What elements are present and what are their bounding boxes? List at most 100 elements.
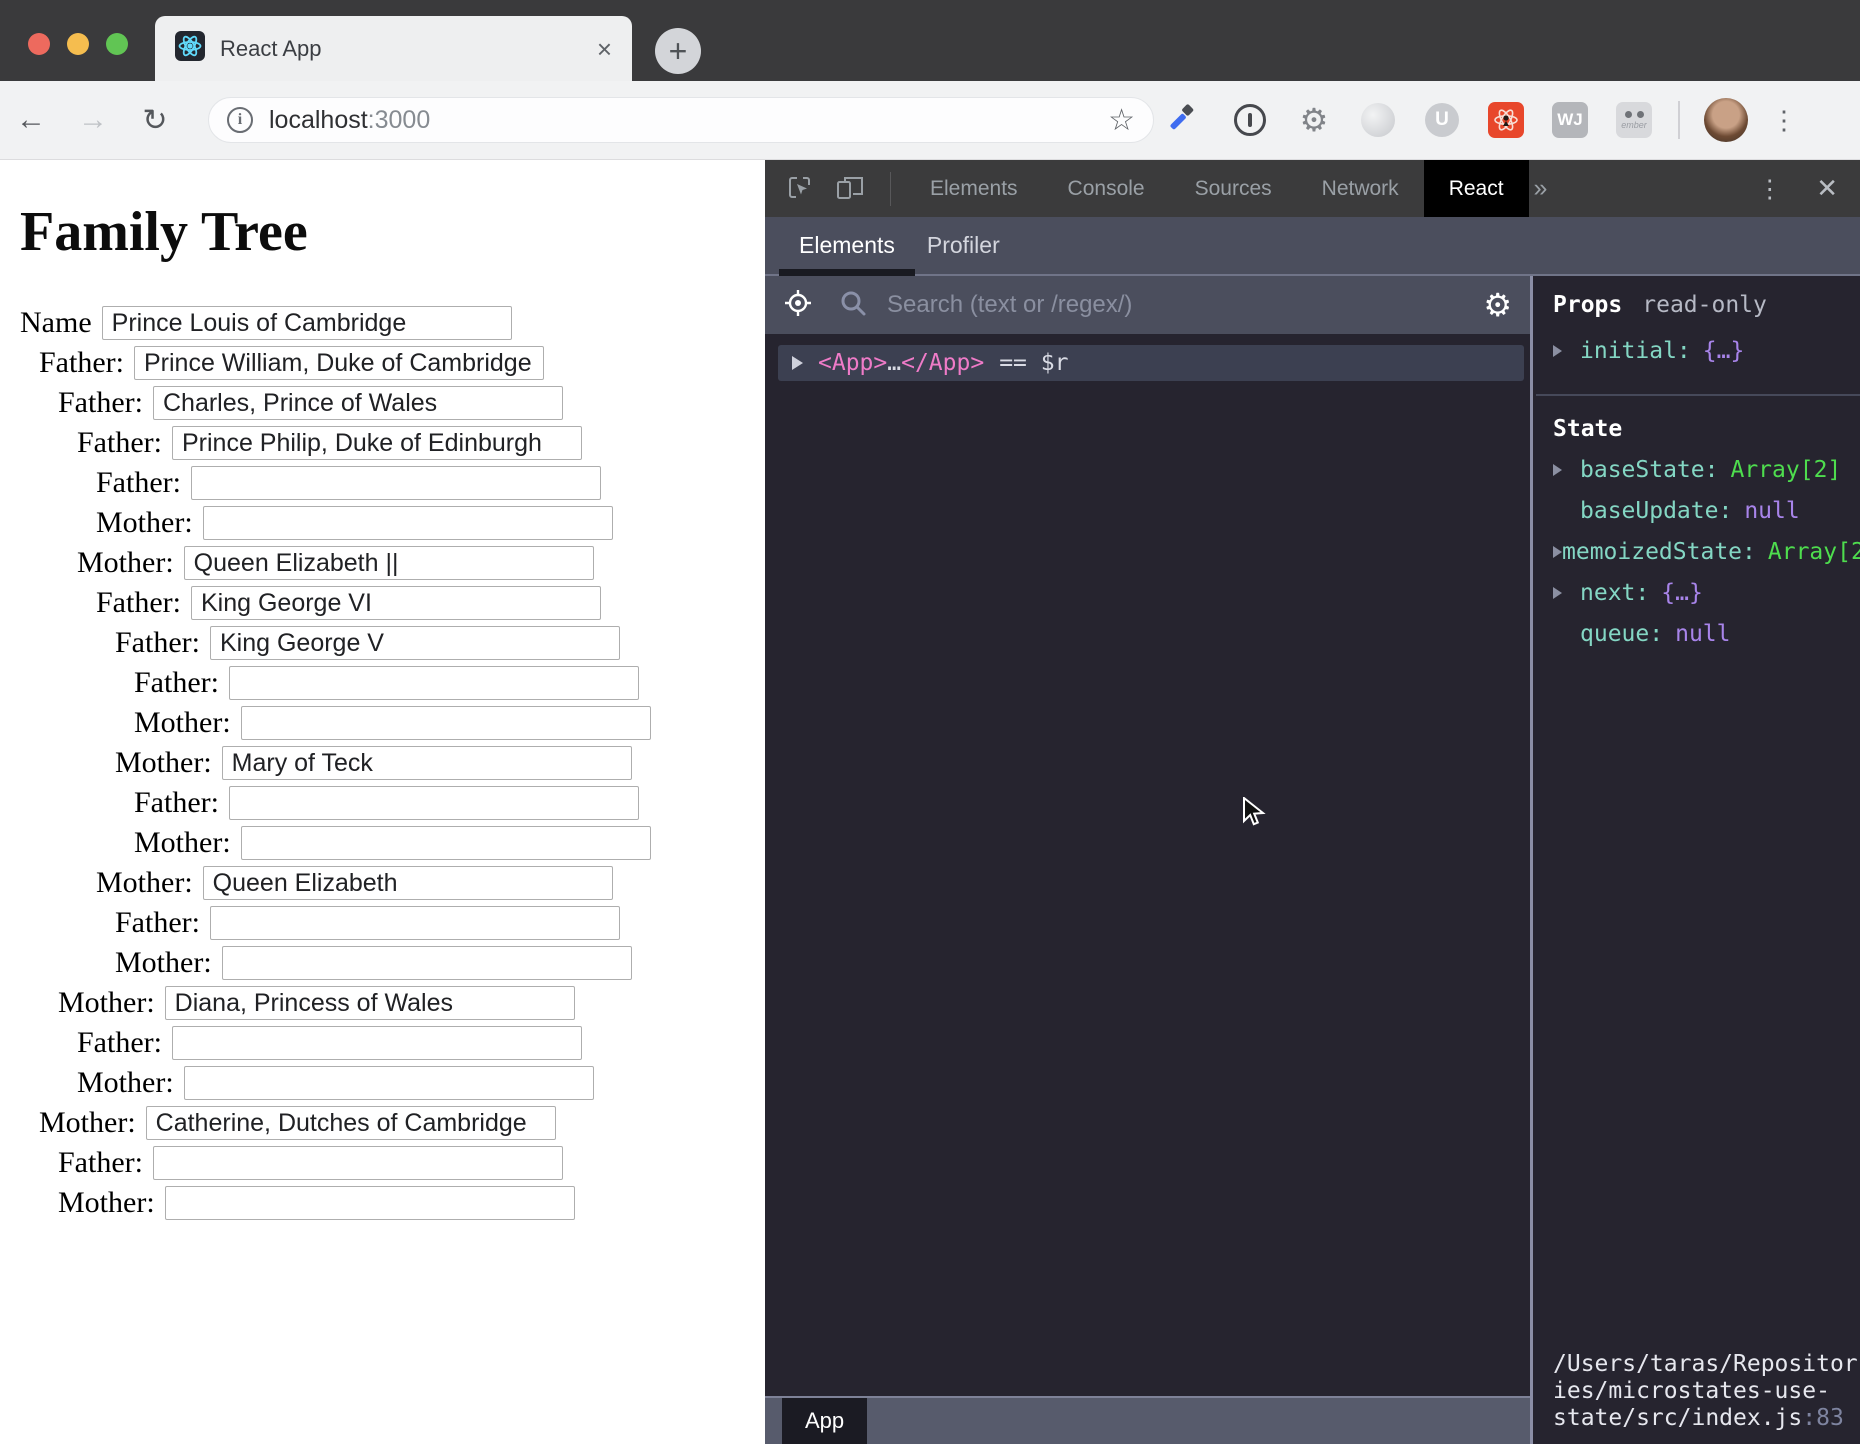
url-text[interactable]: localhost:3000 bbox=[269, 106, 430, 135]
expand-arrow-icon[interactable] bbox=[792, 356, 803, 370]
family-row-mother: Mother: bbox=[20, 826, 765, 860]
expand-arrow-icon[interactable] bbox=[1553, 546, 1562, 558]
devtools-tab-sources[interactable]: Sources bbox=[1170, 160, 1297, 217]
kv-row-memoizedState[interactable]: memoizedState:Array[2] bbox=[1553, 539, 1860, 565]
mother-name-input[interactable] bbox=[203, 866, 613, 900]
close-tag: </App> bbox=[901, 350, 984, 376]
mother-name-input[interactable] bbox=[222, 946, 632, 980]
search-input[interactable] bbox=[887, 291, 1483, 319]
father-label: Father: bbox=[115, 906, 200, 940]
father-name-input[interactable] bbox=[229, 666, 639, 700]
kv-row-queue: queue:null bbox=[1553, 621, 1860, 647]
tree-row-app[interactable]: <App>…</App> == $r bbox=[778, 345, 1524, 381]
expand-arrow-icon[interactable] bbox=[1553, 464, 1562, 476]
father-name-input[interactable] bbox=[191, 466, 601, 500]
settings-gear-icon[interactable]: ⚙ bbox=[1483, 286, 1512, 324]
mouse-cursor-icon bbox=[1243, 797, 1269, 832]
source-file-path[interactable]: /Users/taras/Repositories/microstates-us… bbox=[1553, 1351, 1858, 1432]
family-row-mother: Mother: bbox=[20, 1186, 765, 1220]
react-devtools-extension-icon[interactable] bbox=[1474, 102, 1538, 138]
swirl-extension-icon[interactable] bbox=[1346, 103, 1410, 137]
mother-name-input[interactable] bbox=[241, 826, 651, 860]
window-zoom-button[interactable] bbox=[106, 33, 128, 55]
root-name-input[interactable] bbox=[102, 306, 512, 340]
read-only-badge: read-only bbox=[1642, 292, 1767, 318]
father-name-input[interactable] bbox=[134, 346, 544, 380]
family-row-mother: Mother: bbox=[20, 746, 765, 780]
mother-name-input[interactable] bbox=[222, 746, 632, 780]
mother-label: Mother: bbox=[58, 1186, 155, 1220]
father-name-input[interactable] bbox=[153, 386, 563, 420]
forward-button-icon[interactable]: → bbox=[62, 103, 124, 137]
site-info-icon[interactable]: i bbox=[227, 107, 253, 133]
father-name-input[interactable] bbox=[172, 1026, 582, 1060]
father-name-input[interactable] bbox=[172, 426, 582, 460]
react-panel-tab-profiler[interactable]: Profiler bbox=[911, 217, 1016, 274]
kv-key: initial: bbox=[1580, 338, 1691, 364]
father-name-input[interactable] bbox=[210, 906, 620, 940]
family-row-mother: Mother: bbox=[20, 1066, 765, 1100]
new-tab-button[interactable]: + bbox=[655, 28, 701, 74]
mother-name-input[interactable] bbox=[165, 986, 575, 1020]
father-name-input[interactable] bbox=[210, 626, 620, 660]
mother-name-input[interactable] bbox=[203, 506, 613, 540]
mother-name-input[interactable] bbox=[146, 1106, 556, 1140]
state-header: State bbox=[1553, 416, 1860, 442]
ember-extension-icon[interactable]: ember bbox=[1602, 102, 1666, 138]
expand-arrow-icon[interactable] bbox=[1553, 587, 1562, 599]
eyedropper-extension-icon[interactable] bbox=[1154, 103, 1218, 137]
devtools-tab-console[interactable]: Console bbox=[1043, 160, 1170, 217]
wj-extension-icon[interactable]: WJ bbox=[1538, 102, 1602, 138]
kv-key: memoizedState: bbox=[1562, 539, 1756, 565]
inspect-element-icon[interactable] bbox=[787, 175, 814, 202]
onepassword-extension-icon[interactable] bbox=[1218, 104, 1282, 136]
back-button-icon[interactable]: ← bbox=[0, 103, 62, 137]
expand-arrow-icon[interactable] bbox=[1553, 345, 1562, 357]
react-panel-tab-elements[interactable]: Elements bbox=[783, 217, 911, 274]
browser-menu-icon[interactable]: ⋮ bbox=[1764, 105, 1804, 136]
kv-row-next[interactable]: next:{…} bbox=[1553, 580, 1860, 606]
dollar-r-hint: == $r bbox=[999, 350, 1068, 376]
father-name-input[interactable] bbox=[191, 586, 601, 620]
breadcrumb-app[interactable]: App bbox=[782, 1398, 867, 1444]
devtools-tab-network[interactable]: Network bbox=[1297, 160, 1424, 217]
react-panel-tab-bar: ElementsProfiler bbox=[765, 217, 1860, 276]
devtools-tab-elements[interactable]: Elements bbox=[905, 160, 1043, 217]
mother-name-input[interactable] bbox=[184, 546, 594, 580]
family-row-father: Father: bbox=[20, 786, 765, 820]
family-row-father: Father: bbox=[20, 466, 765, 500]
browser-tab-bar: React App × + bbox=[0, 0, 1860, 81]
mother-name-input[interactable] bbox=[165, 1186, 575, 1220]
bookmark-star-icon[interactable]: ☆ bbox=[1108, 103, 1135, 138]
mother-name-input[interactable] bbox=[241, 706, 651, 740]
u-extension-icon[interactable]: U bbox=[1410, 103, 1474, 137]
kv-row-baseState[interactable]: baseState:Array[2] bbox=[1553, 457, 1860, 483]
mother-label: Mother: bbox=[77, 546, 174, 580]
locate-icon[interactable] bbox=[783, 288, 813, 323]
profile-avatar[interactable] bbox=[1704, 98, 1748, 142]
devtools-menu-icon[interactable]: ⋮ bbox=[1757, 174, 1782, 204]
reload-button-icon[interactable]: ↻ bbox=[124, 103, 186, 138]
kv-row-initial[interactable]: initial:{…} bbox=[1553, 338, 1860, 364]
more-tabs-icon[interactable]: » bbox=[1534, 174, 1548, 203]
devtools-close-icon[interactable]: ✕ bbox=[1816, 173, 1838, 204]
kv-value: null bbox=[1744, 498, 1799, 524]
kv-value: Array[2] bbox=[1730, 457, 1841, 483]
tab-close-icon[interactable]: × bbox=[597, 36, 612, 62]
devtools-tab-react[interactable]: React bbox=[1424, 160, 1529, 217]
father-name-input[interactable] bbox=[153, 1146, 563, 1180]
window-close-button[interactable] bbox=[28, 33, 50, 55]
device-toolbar-icon[interactable] bbox=[836, 175, 866, 202]
mother-label: Mother: bbox=[58, 986, 155, 1020]
family-row-father: Father: bbox=[20, 586, 765, 620]
father-label: Father: bbox=[39, 346, 124, 380]
father-label: Father: bbox=[96, 466, 181, 500]
mother-name-input[interactable] bbox=[184, 1066, 594, 1100]
father-name-input[interactable] bbox=[229, 786, 639, 820]
window-minimize-button[interactable] bbox=[67, 33, 89, 55]
react-elements-pane: ⚙ <App>…</App> == $r App bbox=[765, 276, 1533, 1444]
kv-key: baseUpdate: bbox=[1580, 498, 1732, 524]
browser-tab[interactable]: React App × bbox=[155, 16, 632, 81]
address-bar[interactable]: i localhost:3000 ☆ bbox=[208, 97, 1154, 143]
bug-extension-icon[interactable]: ⚙ bbox=[1282, 101, 1346, 139]
